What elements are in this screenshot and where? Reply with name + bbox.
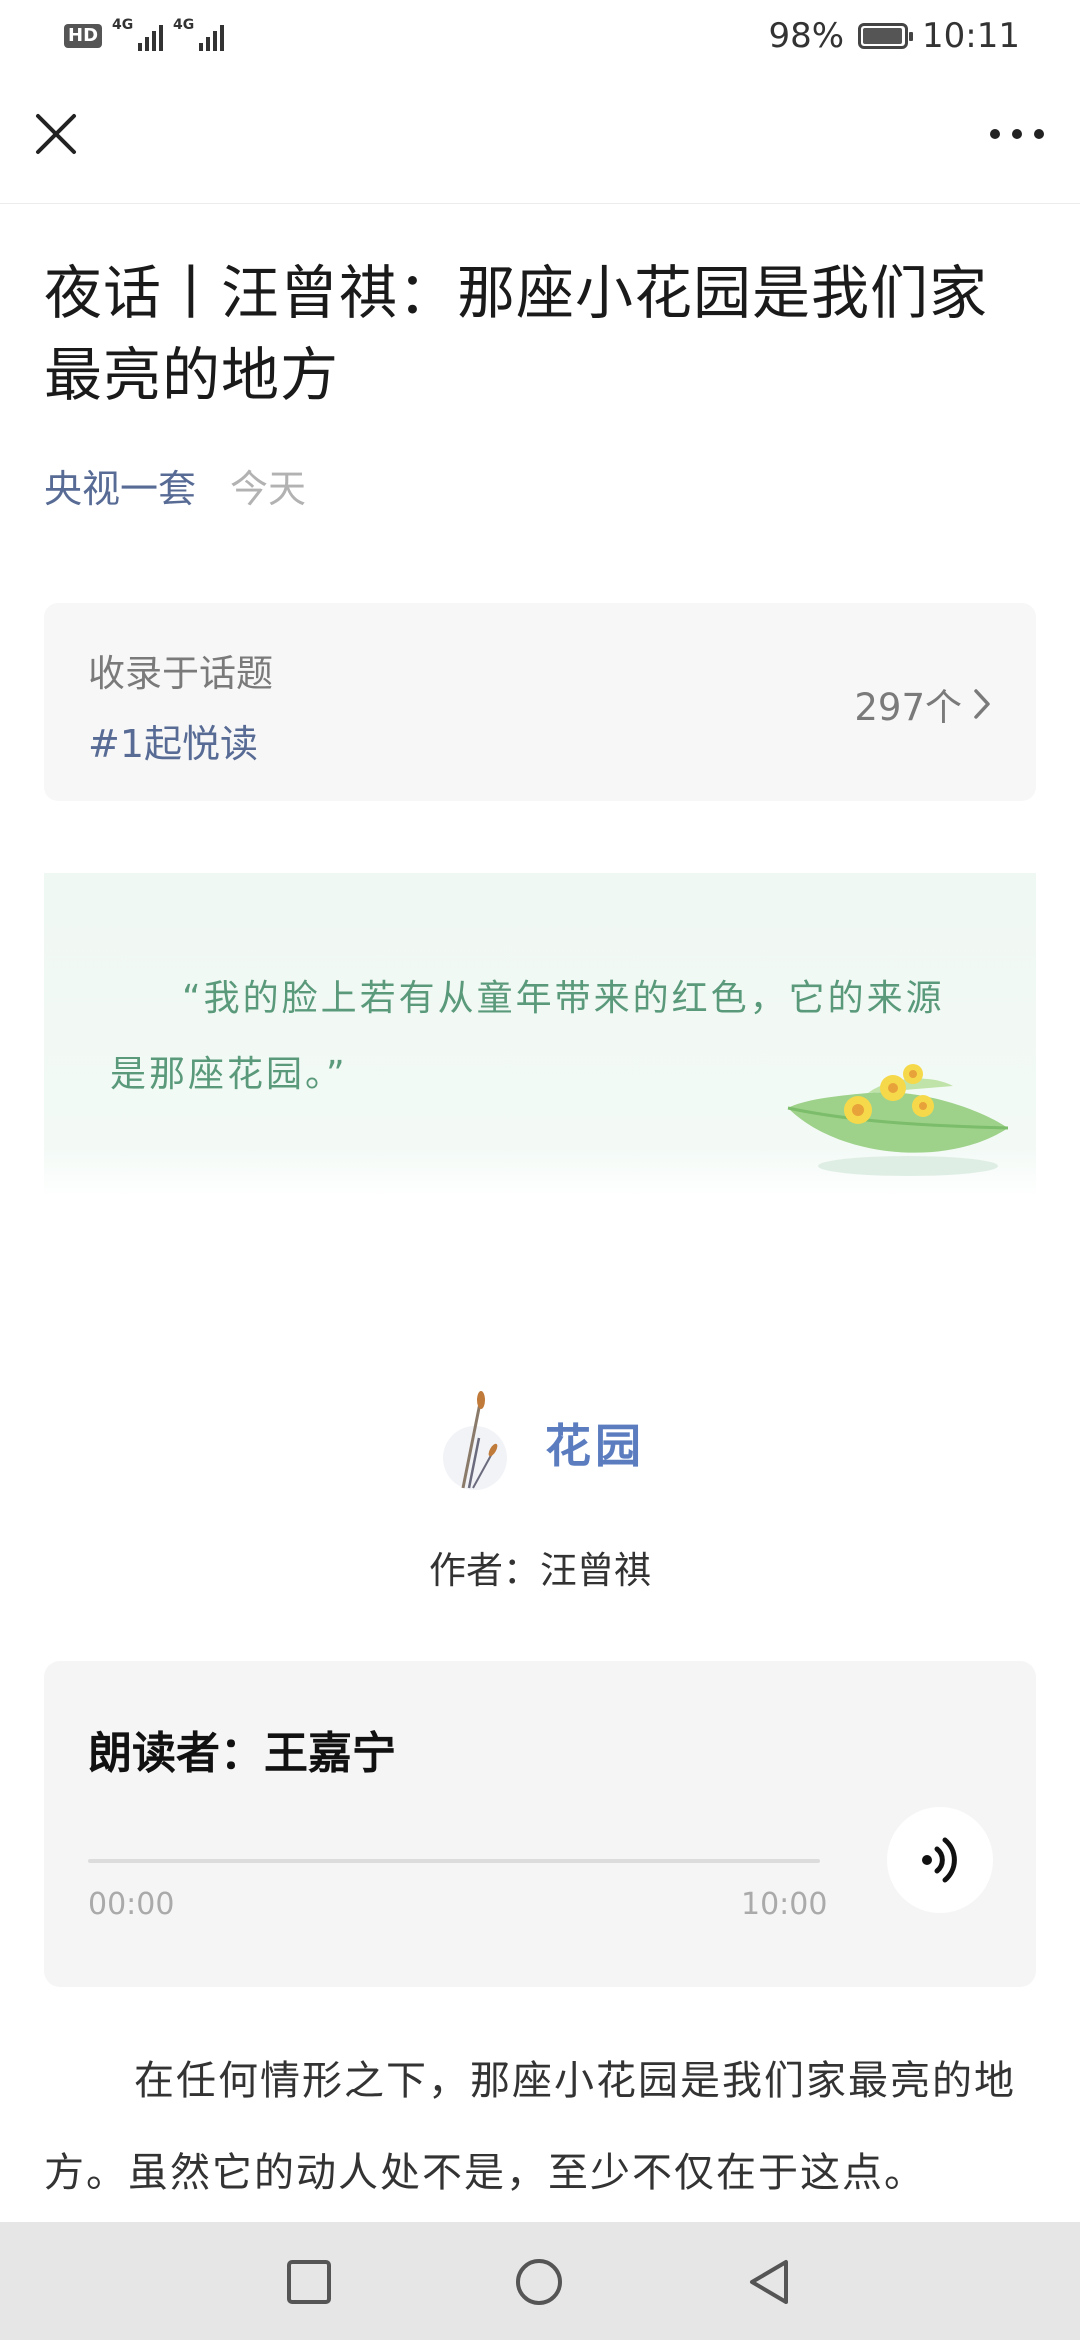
reader-label: 朗读者：王嘉宁 <box>88 1728 396 1779</box>
reed-icon <box>443 1391 507 1490</box>
topic-label: 收录于话题 <box>88 652 273 695</box>
signal-icon-2: 4G <box>173 17 225 51</box>
section-title: 花园 <box>545 1419 645 1473</box>
nav-bar <box>0 72 1080 204</box>
audio-wave-icon <box>922 1837 957 1883</box>
quote-box: “我的脸上若有从童年带来的红色，它的来源是那座花园。” <box>44 873 1036 1198</box>
status-bar: HD 4G 4G 98% 10:11 <box>0 0 1080 72</box>
system-nav-bar <box>0 2222 1080 2340</box>
signal-icon: 4G <box>112 17 164 51</box>
status-left: HD 4G 4G <box>64 17 225 51</box>
author-line: 作者：汪曾祺 <box>429 1549 651 1592</box>
triangle-back-icon[interactable] <box>744 2257 794 2307</box>
audio-progress-bar[interactable] <box>88 1859 820 1863</box>
article-meta: 央视一套 今天 <box>44 458 306 513</box>
section-head: 花园 <box>0 1388 1080 1498</box>
square-recent-icon[interactable] <box>284 2257 334 2307</box>
body-paragraph: 在任何情形之下，那座小花园是我们家最亮的地方。虽然它的动人处不是，至少不仅在于这… <box>44 2058 1016 2196</box>
battery-icon <box>858 23 914 49</box>
account-link[interactable]: 央视一套 <box>44 458 196 513</box>
audio-player: 朗读者：王嘉宁 00:00 10:00 <box>44 1661 1036 1987</box>
close-icon[interactable] <box>28 106 84 162</box>
play-button[interactable] <box>887 1807 993 1913</box>
duration: 10:00 <box>741 1887 828 1922</box>
network-type-label-2: 4G <box>173 17 195 33</box>
battery-percent: 98% <box>768 16 845 56</box>
leaf-flower-icon <box>787 1064 1009 1176</box>
publish-date: 今天 <box>230 467 307 511</box>
chevron-right-icon <box>974 689 990 719</box>
clock: 10:11 <box>922 16 1020 56</box>
article-title: 夜话丨汪曾祺：那座小花园是我们家最亮的地方 <box>44 259 989 409</box>
more-dots-icon[interactable] <box>982 112 1052 156</box>
current-time: 00:00 <box>88 1887 175 1922</box>
topic-count[interactable]: 297个 <box>854 677 992 731</box>
topic-card[interactable]: 收录于话题 #1起悦读 297个 <box>44 603 1036 801</box>
topic-name[interactable]: #1起悦读 <box>88 713 258 768</box>
hd-badge: HD <box>64 24 103 48</box>
status-right: 98% 10:11 <box>768 16 1020 56</box>
circle-home-icon[interactable] <box>514 2257 564 2307</box>
topic-count-text: 297个 <box>854 686 962 729</box>
network-type-label: 4G <box>112 17 134 33</box>
